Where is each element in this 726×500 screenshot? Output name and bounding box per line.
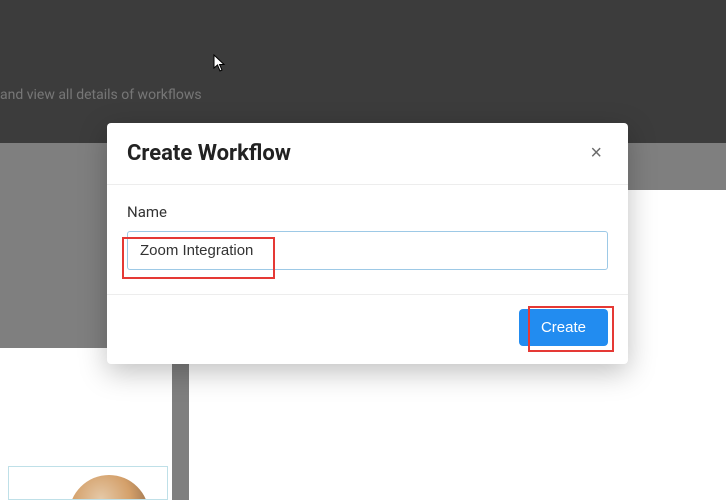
workflow-name-input[interactable] [127, 231, 608, 270]
name-label: Name [127, 203, 608, 221]
avatar [69, 475, 149, 500]
avatar-container [8, 466, 168, 500]
close-icon: × [590, 142, 602, 164]
modal-body: Name [107, 185, 628, 294]
modal-footer: Create [107, 294, 628, 364]
modal-header: Create Workflow × [107, 123, 628, 185]
create-button[interactable]: Create [519, 309, 608, 346]
page-subtitle-partial: and view all details of workflows [0, 87, 202, 103]
create-workflow-modal: Create Workflow × Name Create [107, 123, 628, 364]
modal-close-button[interactable]: × [584, 140, 608, 167]
modal-title: Create Workflow [127, 141, 291, 166]
